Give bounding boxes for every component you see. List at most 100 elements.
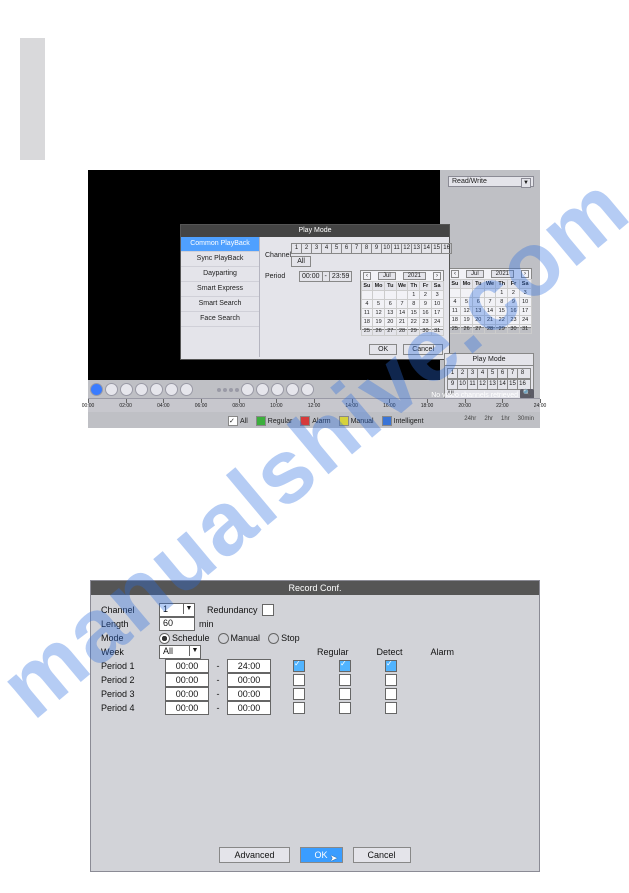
period4-detect-check[interactable] [339,702,351,714]
timeline[interactable]: 00:0002:0004:0006:0008:0010:0012:0014:00… [88,398,540,412]
redundancy-checkbox[interactable] [262,604,274,616]
dropdown-arrow-icon[interactable]: ▼ [189,646,200,656]
cal-next-icon[interactable]: › [521,270,529,278]
calendar-panel-right[interactable]: ‹ Jul 2021 › Su Mo Tu We Th Fr Sa 123 45… [448,268,532,328]
mini-chan[interactable]: 14 [498,380,508,389]
chan-cell[interactable]: 2 [302,244,312,253]
period2-regular-check[interactable] [293,674,305,686]
rewind-button[interactable] [135,383,148,396]
read-write-select[interactable]: Read/Write ▼ [448,176,534,187]
period2-from[interactable]: 00:00 [165,673,209,687]
chan-cell[interactable]: 8 [362,244,372,253]
chan-cell[interactable]: 12 [402,244,412,253]
zoom-24hr[interactable]: 24hr [464,416,476,422]
mini-chan[interactable]: 11 [468,380,478,389]
period3-alarm-check[interactable] [385,688,397,700]
menu-face-search[interactable]: Face Search [181,312,259,327]
chan-cell[interactable]: 7 [352,244,362,253]
chan-cell[interactable]: 4 [322,244,332,253]
mini-chan[interactable]: 16 [518,380,527,389]
menu-sync-playback[interactable]: Sync PlayBack [181,252,259,267]
prev-frame-button[interactable] [120,383,133,396]
period2-detect-check[interactable] [339,674,351,686]
zoom-options[interactable]: 24hr 2hr 1hr 30min [464,416,534,422]
period2-alarm-check[interactable] [385,674,397,686]
edit-button[interactable] [271,383,284,396]
mini-chan[interactable]: 1 [448,369,458,378]
period-input[interactable]: 00:00 - 23:59 [299,271,352,282]
stop-button[interactable] [105,383,118,396]
cal-year-select[interactable]: 2021 [491,270,514,278]
advanced-button[interactable]: Advanced [219,847,289,863]
period1-detect-check[interactable] [339,660,351,672]
ok-button[interactable]: OK ➤ [300,847,343,863]
mini-chan[interactable]: 7 [508,369,518,378]
chan-cell[interactable]: 14 [422,244,432,253]
ok-button[interactable]: OK [369,344,397,355]
period1-regular-check[interactable] [293,660,305,672]
mini-chan[interactable]: 12 [478,380,488,389]
cal-day[interactable]: 31 [431,326,444,336]
mini-chan[interactable]: 15 [508,380,518,389]
fullscreen-button[interactable] [241,383,254,396]
mode-manual-radio[interactable] [218,633,229,644]
menu-smart-search[interactable]: Smart Search [181,297,259,312]
zoom-30min[interactable]: 30min [518,416,534,422]
period4-regular-check[interactable] [293,702,305,714]
chan-cell[interactable]: 13 [412,244,422,253]
channel-grid[interactable]: 1 2 3 4 5 6 7 8 9 10 11 12 13 14 [291,243,452,254]
mini-chan[interactable]: 8 [518,369,527,378]
pause-button[interactable] [150,383,163,396]
chan-cell[interactable]: 1 [292,244,302,253]
cal-prev-icon[interactable]: ‹ [363,272,371,280]
repeat-button[interactable] [256,383,269,396]
period1-alarm-check[interactable] [385,660,397,672]
menu-dayparting[interactable]: Dayparting [181,267,259,282]
chan-cell[interactable]: 15 [432,244,442,253]
cancel-button[interactable]: Cancel [403,344,443,355]
snapshot-button[interactable] [286,383,299,396]
cal-next-icon[interactable]: › [433,272,441,280]
checkbox-icon[interactable]: ✓ [228,416,238,426]
period3-to[interactable]: 00:00 [227,687,271,701]
period4-from[interactable]: 00:00 [165,701,209,715]
dropdown-arrow-icon[interactable]: ▼ [183,604,194,614]
chan-cell[interactable]: 10 [382,244,392,253]
cal-day[interactable]: 31 [519,324,532,334]
next-frame-button[interactable] [180,383,193,396]
mini-chan[interactable]: 10 [458,380,468,389]
mode-stop-radio[interactable] [268,633,279,644]
period2-to[interactable]: 00:00 [227,673,271,687]
fast-forward-button[interactable] [165,383,178,396]
cal-prev-icon[interactable]: ‹ [451,270,459,278]
mini-chan[interactable]: 2 [458,369,468,378]
zoom-1hr[interactable]: 1hr [501,416,510,422]
dropdown-arrow-icon[interactable]: ▼ [521,178,531,188]
mini-chan[interactable]: 6 [498,369,508,378]
period-from[interactable]: 00:00 [300,272,323,281]
chan-cell[interactable]: 6 [342,244,352,253]
week-select[interactable]: All ▼ [159,645,201,659]
chan-cell[interactable]: 11 [392,244,402,253]
calendar-panel-dialog[interactable]: ‹ Jul 2021 › Su Mo Tu We Th Fr Sa 123 45… [360,270,444,330]
length-input[interactable]: 60 [159,617,195,631]
mode-schedule-radio[interactable] [159,633,170,644]
channel-all-button[interactable]: All [291,256,311,267]
chan-cell[interactable]: 5 [332,244,342,253]
period-to[interactable]: 23:59 [330,272,352,281]
cal-month-select[interactable]: Jul [378,272,396,280]
period4-to[interactable]: 00:00 [227,701,271,715]
chan-cell[interactable]: 16 [442,244,451,253]
channel-select[interactable]: 1 ▼ [159,603,195,617]
chan-cell[interactable]: 9 [372,244,382,253]
mini-chan[interactable]: 5 [488,369,498,378]
period1-to[interactable]: 24:00 [227,659,271,673]
cal-year-select[interactable]: 2021 [403,272,426,280]
menu-common-playback[interactable]: Common PlayBack [181,237,259,252]
menu-smart-express[interactable]: Smart Express [181,282,259,297]
backup-button[interactable] [301,383,314,396]
period3-detect-check[interactable] [339,688,351,700]
cal-month-select[interactable]: Jul [466,270,484,278]
period1-from[interactable]: 00:00 [165,659,209,673]
mini-chan[interactable]: 4 [478,369,488,378]
